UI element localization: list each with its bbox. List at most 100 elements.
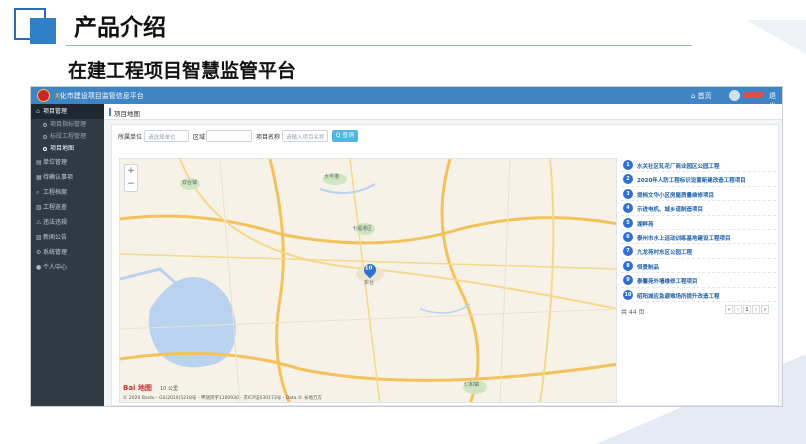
map-place-label: 大丰港 [324,174,340,180]
calendar-icon: ▦ [36,174,42,181]
app-title: X化市建设项目监管信息平台 [55,91,144,101]
map-copyright: © 2020 Baidu - GS(2019)5218号 - 甲测资字11009… [123,396,322,401]
sidebar-item-archive[interactable]: ⌕ 工程档案 [31,185,104,200]
list-item[interactable]: 4 示进电机、城乡道制造项目 [621,201,776,216]
map-place-label: 双合镇 [182,180,198,186]
circle-icon [43,122,47,127]
sidebar-item-label: 项目管理 [43,108,68,115]
sidebar-item-news[interactable]: ▨新闻公告 [31,230,104,245]
marker-number: 7 [623,246,633,257]
sidebar-item-label: 工程巡查 [43,204,68,211]
sidebar-item-label: 新闻公告 [43,234,68,241]
next-page-button[interactable]: › [752,305,760,314]
project-name: 2020年人防工程标识设置新建改造工程项目 [637,178,746,185]
sidebar-subitem-section[interactable]: 标段工程管理 [31,131,104,143]
prev-page-button[interactable]: ‹ [734,305,742,314]
project-name: 泰馨苑外墙维修工程项目 [637,279,698,286]
project-name: 水关社区轧花厂商业园区公园工程 [637,164,720,170]
sidebar-item-project-management[interactable]: ⌂ 项目管理 [31,104,104,119]
marker-number: 9 [623,275,633,286]
home-label: 首页 [697,92,712,100]
first-page-button[interactable]: « [725,305,733,314]
baidu-map-logo: Bai 地图 [123,384,152,392]
search-icon: ⌕ [36,189,40,196]
circle-icon [43,146,47,151]
slide-subtitle: 在建工程项目智慧监管平台 [68,60,297,82]
sidebar-item-inspection[interactable]: ▧工程巡查 [31,200,104,215]
news-icon: ▨ [36,234,42,241]
list-item[interactable]: 6 泰州市水上运动训练基地建设工程项目 [621,230,776,245]
home-link[interactable]: ⌂ 首页 [691,91,712,101]
list-item[interactable]: 9 泰馨苑外墙维修工程项目 [621,273,776,288]
list-item[interactable]: 3 提档文华小区房屋质量维修项目 [621,187,776,202]
map-panel: 所属单位 请选择单位 区域 项目名称 请输入项目名称 Q 查询 + − 大丰港 … [111,124,779,406]
area-select[interactable] [206,130,252,142]
unit-icon: ▤ [36,159,42,166]
zoom-in-icon[interactable]: + [127,166,135,176]
list-item[interactable]: 1 水关社区轧花厂商业园区公园工程 [621,158,776,173]
search-button[interactable]: Q 查询 [332,130,358,142]
user-icon: ● [36,264,42,271]
avatar[interactable] [729,90,740,101]
title-square-fill [30,18,56,44]
current-page-button[interactable]: 1 [743,305,751,314]
corner-decoration-top [746,20,806,54]
project-name: 昭阳城应急避难场所提升改造工程 [637,293,720,300]
slide-title: 产品介绍 [74,15,166,41]
sidebar-item-units[interactable]: ▤单位管理 [31,155,104,170]
area-label: 区域 [193,134,206,141]
marker-number: 8 [623,260,633,271]
project-name: 泰州市水上运动训练基地建设工程项目 [637,235,731,242]
map-place-label: 仁和镇 [464,382,480,388]
main-content: 项目地图 所属单位 请选择单位 区域 项目名称 请输入项目名称 Q 查询 + −… [104,104,782,406]
marker-number: 6 [623,231,633,242]
sidebar: ⌂ 项目管理 项目指标管理 标段工程管理 项目地图 ▤单位管理 ▦待确认事项 ⌕ 工… [31,104,104,406]
list-item[interactable]: 2 2020年人防工程标识设置新建改造工程项目 [621,172,776,187]
org-select[interactable]: 请选择单位 [144,130,189,142]
page-total: 共 44 页 [621,309,645,316]
sidebar-subitem-indicator[interactable]: 项目指标管理 [31,119,104,131]
zoom-out-icon[interactable]: − [127,179,135,189]
map-place-label: 十福港区 [352,226,373,232]
project-name-input[interactable]: 请输入项目名称 [282,130,328,142]
heading-accent-bar [109,108,111,116]
marker-number: 4 [623,203,633,214]
sidebar-item-pending[interactable]: ▦待确认事项 [31,170,104,185]
project-map[interactable]: + − 大丰港 十福港区 双合镇 东台 仁和镇 10 Bai 地图 10 公里 ©… [119,158,617,403]
circle-icon [43,134,47,139]
marker-number: 3 [623,188,633,199]
map-zoom-control[interactable]: + − [124,164,138,192]
sidebar-subitem-map[interactable]: 项目地图 [31,143,104,155]
map-place-label: 东台 [364,280,375,286]
sidebar-subitem-label: 项目地图 [50,145,75,152]
sidebar-item-label: 单位管理 [43,159,68,166]
project-name: 恒景制品 [637,264,660,271]
file-icon: ▧ [36,204,42,211]
org-label: 所属单位 [118,134,143,141]
app-topbar: X化市建设项目监管信息平台 ⌂ 首页 退出 [31,87,782,110]
sidebar-subitem-label: 标段工程管理 [50,133,87,140]
marker-number: 5 [623,217,633,228]
list-item[interactable]: 5 湖畔苑 [621,216,776,230]
page-header: 项目地图 [104,104,782,120]
marker-number: 1 [623,160,633,170]
marker-number: 10 [623,289,633,300]
project-list: 1 水关社区轧花厂商业园区公园工程 2 2020年人防工程标识设置新建改造工程项目 … [621,158,776,403]
list-item[interactable]: 10 昭阳城应急避难场所提升改造工程 [621,288,776,302]
project-name: 湖畔苑 [637,221,654,228]
list-item[interactable]: 8 恒景制品 [621,259,776,274]
last-page-button[interactable]: » [761,305,769,314]
project-name: 九龙苑村东区公园工程 [637,250,693,257]
marker-number: 2 [623,174,633,185]
sidebar-item-profile[interactable]: ● 个人中心 [31,260,104,275]
list-item[interactable]: 7 九龙苑村东区公园工程 [621,244,776,259]
app-title-text: 化市建设项目监管信息平台 [59,92,144,100]
sidebar-item-system[interactable]: ⚙ 系统管理 [31,245,104,260]
project-name: 示进电机、城乡道制造项目 [637,207,704,214]
sidebar-subitem-label: 项目指标管理 [50,121,87,128]
map-scale: 10 公里 [160,386,178,392]
sidebar-item-label: 系统管理 [43,249,68,256]
pagination: «‹ 1 ›» [724,305,769,315]
app-window: X化市建设项目监管信息平台 ⌂ 首页 退出 ⌂项目管理 项目指标管理 标段工程管… [30,86,783,407]
sidebar-item-violations[interactable]: ⚠ 违法违规 [31,215,104,230]
